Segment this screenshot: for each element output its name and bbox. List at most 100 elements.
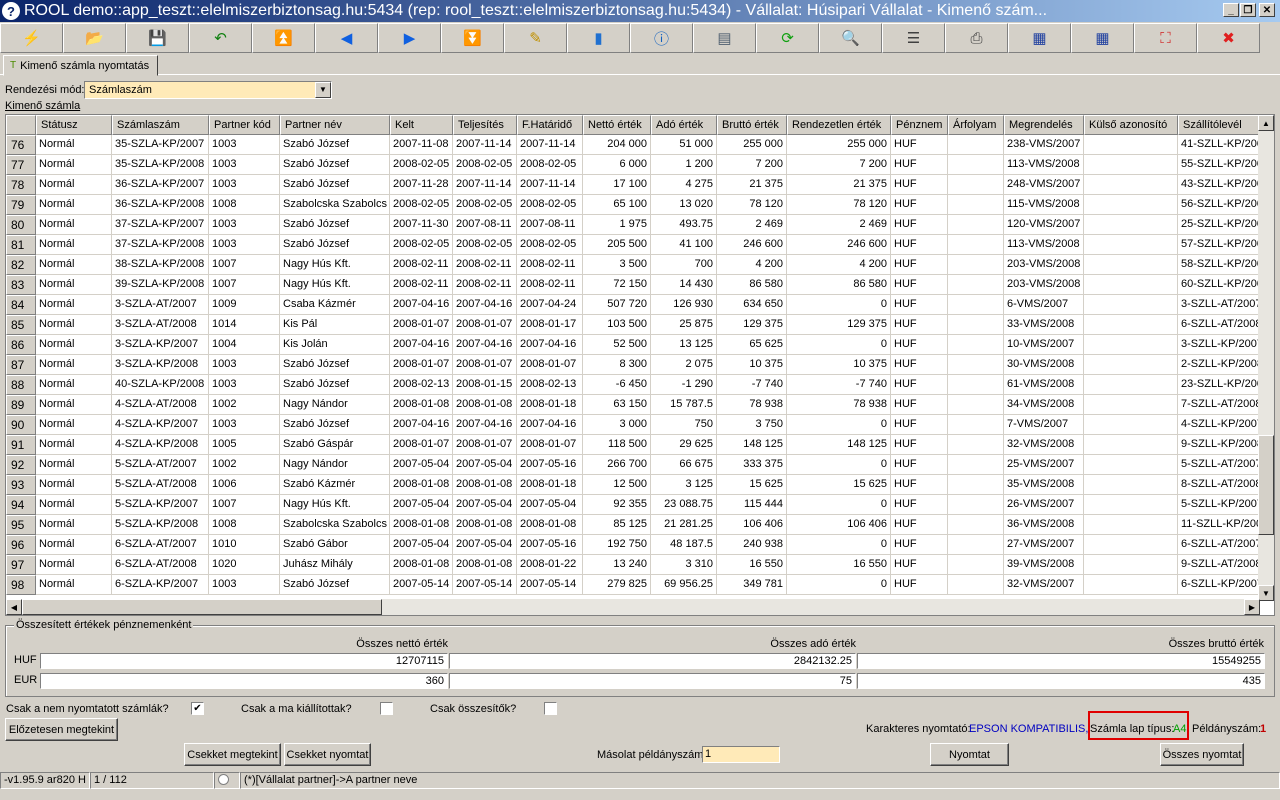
column-header[interactable]: Adó érték [651, 115, 717, 135]
restore-button[interactable]: ❐ [1240, 3, 1256, 17]
row-number[interactable]: 95 [6, 515, 36, 535]
print-all-button[interactable]: Összes nyomtat [1160, 743, 1244, 766]
totals-only-checkbox[interactable] [544, 702, 557, 715]
column-header[interactable]: Bruttó érték [717, 115, 787, 135]
row-number[interactable]: 82 [6, 255, 36, 275]
table-row[interactable]: 82 Normál 38-SZLA-KP/2008 1007 Nagy Hús Kft.… [6, 255, 1268, 275]
column-header[interactable]: Nettó érték [583, 115, 651, 135]
table-row[interactable]: 84 Normál 3-SZLA-AT/2007 1009 Csaba Kázmér 20… [6, 295, 1268, 315]
table-row[interactable]: 80 Normál 37-SZLA-KP/2007 1003 Szabó József 2… [6, 215, 1268, 235]
sort-select[interactable]: Számlaszám ▼ [84, 81, 332, 99]
scroll-left-icon[interactable]: ◀ [6, 599, 22, 615]
column-header[interactable]: Partner név [280, 115, 390, 135]
scroll-down-icon[interactable]: ▼ [1258, 585, 1274, 601]
row-number[interactable]: 78 [6, 175, 36, 195]
vertical-scroll-thumb[interactable] [1258, 435, 1274, 535]
close-window-icon[interactable]: ✖ [1197, 23, 1260, 53]
column-header[interactable]: Pénznem [891, 115, 948, 135]
fullscreen-icon[interactable]: ⛶ [1134, 23, 1197, 53]
last-record-icon[interactable]: ⏬ [441, 23, 504, 53]
chevron-down-icon[interactable]: ▼ [315, 82, 331, 98]
table-row[interactable]: 94 Normál 5-SZLA-KP/2007 1007 Nagy Hús Kft. 2… [6, 495, 1268, 515]
open-icon[interactable]: 📂 [63, 23, 126, 53]
close-button[interactable]: ✕ [1259, 3, 1275, 17]
first-record-icon[interactable]: ⏫ [252, 23, 315, 53]
column-header[interactable]: Kelt [390, 115, 453, 135]
row-number[interactable]: 89 [6, 395, 36, 415]
reload-icon[interactable]: ⟳ [756, 23, 819, 53]
row-number[interactable]: 93 [6, 475, 36, 495]
table-row[interactable]: 83 Normál 39-SZLA-KP/2008 1007 Nagy Hús Kft.… [6, 275, 1268, 295]
run-icon[interactable]: ⚡ [0, 23, 63, 53]
table-row[interactable]: 81 Normál 37-SZLA-KP/2008 1003 Szabó József 2… [6, 235, 1268, 255]
table-row[interactable]: 76 Normál 35-SZLA-KP/2007 1003 Szabó József 2… [6, 135, 1268, 155]
column-header[interactable]: Teljesítés [453, 115, 517, 135]
row-number[interactable]: 77 [6, 155, 36, 175]
table-row[interactable]: 90 Normál 4-SZLA-KP/2007 1003 Szabó József 20… [6, 415, 1268, 435]
row-number[interactable]: 80 [6, 215, 36, 235]
table-row[interactable]: 97 Normál 6-SZLA-AT/2008 1020 Juhász Mihály 2… [6, 555, 1268, 575]
row-number[interactable]: 88 [6, 375, 36, 395]
row-number[interactable]: 90 [6, 415, 36, 435]
column-header[interactable]: F.Határidő [517, 115, 583, 135]
unprinted-only-checkbox[interactable]: ✔ [191, 702, 204, 715]
table-row[interactable]: 91 Normál 4-SZLA-KP/2008 1005 Szabó Gáspár 20… [6, 435, 1268, 455]
print-button[interactable]: Nyomtat [930, 743, 1009, 766]
table-row[interactable]: 88 Normál 40-SZLA-KP/2008 1003 Szabó József 2… [6, 375, 1268, 395]
table-row[interactable]: 79 Normál 36-SZLA-KP/2008 1008 Szabolcska Sz… [6, 195, 1268, 215]
column-header[interactable]: Számlaszám [112, 115, 209, 135]
info-icon[interactable]: ⓘ [630, 23, 693, 53]
table-row[interactable]: 95 Normál 5-SZLA-KP/2008 1008 Szabolcska Sza… [6, 515, 1268, 535]
table-row[interactable]: 77 Normál 35-SZLA-KP/2008 1003 Szabó József 2… [6, 155, 1268, 175]
row-number[interactable]: 79 [6, 195, 36, 215]
table-row[interactable]: 85 Normál 3-SZLA-AT/2008 1014 Kis Pál 2008-01… [6, 315, 1268, 335]
previous-record-icon[interactable]: ◀ [315, 23, 378, 53]
table-row[interactable]: 87 Normál 3-SZLA-KP/2008 1003 Szabó József 20… [6, 355, 1268, 375]
row-number[interactable]: 94 [6, 495, 36, 515]
row-number[interactable]: 76 [6, 135, 36, 155]
column-header[interactable]: Árfolyam [948, 115, 1004, 135]
horizontal-scroll-thumb[interactable] [22, 599, 382, 615]
row-number[interactable]: 83 [6, 275, 36, 295]
copy-count-input[interactable]: 1 [702, 746, 780, 763]
print-cheques-button[interactable]: Csekket nyomtat [284, 743, 371, 766]
view-cheques-button[interactable]: Csekket megtekint [184, 743, 281, 766]
row-number[interactable]: 91 [6, 435, 36, 455]
search-icon[interactable]: 🔍 [819, 23, 882, 53]
column-header[interactable]: Megrendelés [1004, 115, 1084, 135]
form-view-icon[interactable]: ▤ [693, 23, 756, 53]
save-icon[interactable]: 💾 [126, 23, 189, 53]
row-number[interactable]: 87 [6, 355, 36, 375]
table-row[interactable]: 86 Normál 3-SZLA-KP/2007 1004 Kis Jolán 2007-… [6, 335, 1268, 355]
row-number[interactable]: 97 [6, 555, 36, 575]
database-icon[interactable]: ▮ [567, 23, 630, 53]
columns-icon[interactable]: ☰ [882, 23, 945, 53]
table-row[interactable]: 98 Normál 6-SZLA-KP/2007 1003 Szabó József 20… [6, 575, 1268, 595]
column-header[interactable]: Rendezetlen érték [787, 115, 891, 135]
next-record-icon[interactable]: ▶ [378, 23, 441, 53]
table-row[interactable]: 89 Normál 4-SZLA-AT/2008 1002 Nagy Nándor 200… [6, 395, 1268, 415]
row-number[interactable]: 98 [6, 575, 36, 595]
row-number[interactable]: 81 [6, 235, 36, 255]
row-number[interactable]: 92 [6, 455, 36, 475]
column-header[interactable]: Partner kód [209, 115, 280, 135]
row-number[interactable]: 84 [6, 295, 36, 315]
print-icon[interactable]: ⎙ [945, 23, 1008, 53]
refresh-back-icon[interactable]: ↶ [189, 23, 252, 53]
table-row[interactable]: 78 Normál 36-SZLA-KP/2007 1003 Szabó József 2… [6, 175, 1268, 195]
edit-icon[interactable]: ✎ [504, 23, 567, 53]
vertical-scrollbar[interactable]: ▲ ▼ [1258, 115, 1274, 601]
scroll-right-icon[interactable]: ▶ [1244, 599, 1260, 615]
table-row[interactable]: 96 Normál 6-SZLA-AT/2007 1010 Szabó Gábor 200… [6, 535, 1268, 555]
export-grid-icon[interactable]: ▦ [1008, 23, 1071, 53]
row-number[interactable]: 86 [6, 335, 36, 355]
column-header[interactable]: Külső azonosító [1084, 115, 1178, 135]
row-number[interactable]: 96 [6, 535, 36, 555]
column-header[interactable]: Szállítólevél [1178, 115, 1268, 135]
row-number[interactable]: 85 [6, 315, 36, 335]
preview-button[interactable]: Előzetesen megtekint [5, 718, 118, 741]
minimize-button[interactable]: _ [1223, 3, 1239, 17]
column-header[interactable]: Státusz [36, 115, 112, 135]
horizontal-scrollbar[interactable]: ◀ ▶ [6, 599, 1260, 615]
scroll-up-icon[interactable]: ▲ [1258, 115, 1274, 131]
